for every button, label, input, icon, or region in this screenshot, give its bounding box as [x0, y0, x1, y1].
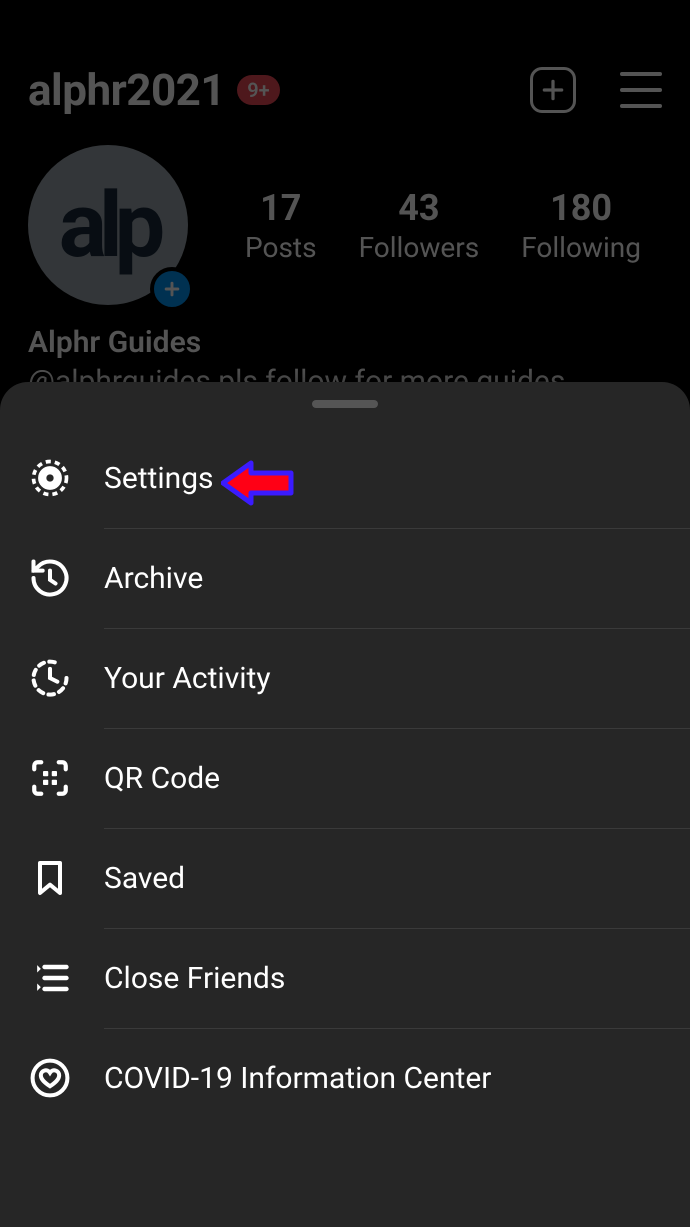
menu-item-your-activity[interactable]: Your Activity: [0, 628, 690, 728]
username[interactable]: alphr2021: [28, 64, 225, 116]
profile-info: alp 17 Posts 43 Followers: [0, 125, 690, 305]
qrcode-icon: [28, 756, 72, 800]
stats-row: 17 Posts 43 Followers 180 Following: [188, 145, 662, 305]
hamburger-bar-icon: [620, 104, 662, 108]
bookmark-icon: [28, 856, 72, 900]
plus-icon: [540, 77, 566, 103]
menu-label: COVID-19 Information Center: [104, 1061, 491, 1096]
hamburger-bar-icon: [620, 72, 662, 76]
plus-icon: [162, 279, 182, 299]
menu-overlay: Settings Archive: [0, 382, 690, 1227]
menu-label: Your Activity: [104, 661, 271, 696]
menu-label: Close Friends: [104, 961, 285, 996]
display-name: Alphr Guides: [28, 325, 662, 360]
following-stat[interactable]: 180 Following: [521, 187, 641, 264]
posts-count: 17: [245, 187, 317, 229]
create-button[interactable]: [530, 67, 576, 113]
activity-icon: [28, 656, 72, 700]
hamburger-bar-icon: [620, 88, 662, 92]
avatar-wrap[interactable]: alp: [28, 145, 188, 305]
profile-header: alphr2021 9+: [0, 0, 690, 125]
menu-item-saved[interactable]: Saved: [0, 828, 690, 928]
menu-label: Saved: [104, 861, 185, 896]
following-count: 180: [521, 187, 641, 229]
profile-page: alphr2021 9+ alp: [0, 0, 690, 1227]
close-friends-icon: [28, 956, 72, 1000]
followers-label: Followers: [359, 231, 480, 264]
menu-label: Settings: [104, 461, 214, 496]
add-story-button[interactable]: [150, 267, 194, 311]
followers-count: 43: [359, 187, 480, 229]
annotation-arrow-icon: [221, 459, 295, 507]
dimmed-background: alphr2021 9+ alp: [0, 0, 690, 399]
following-label: Following: [521, 231, 641, 264]
notification-badge[interactable]: 9+: [237, 75, 279, 105]
menu-item-qr-code[interactable]: QR Code: [0, 728, 690, 828]
followers-stat[interactable]: 43 Followers: [359, 187, 480, 264]
archive-icon: [28, 556, 72, 600]
menu-item-settings[interactable]: Settings: [0, 428, 690, 528]
hamburger-menu-button[interactable]: [620, 72, 662, 108]
posts-label: Posts: [245, 231, 317, 264]
menu-item-archive[interactable]: Archive: [0, 528, 690, 628]
posts-stat[interactable]: 17 Posts: [245, 187, 317, 264]
gear-icon: [28, 456, 72, 500]
menu-item-covid-info[interactable]: COVID-19 Information Center: [0, 1028, 690, 1128]
menu-item-close-friends[interactable]: Close Friends: [0, 928, 690, 1028]
menu-list: Settings Archive: [0, 408, 690, 1128]
menu-label: QR Code: [104, 761, 220, 796]
drag-handle[interactable]: [312, 400, 378, 408]
menu-label: Archive: [104, 561, 203, 596]
covid-heart-icon: [28, 1056, 72, 1100]
